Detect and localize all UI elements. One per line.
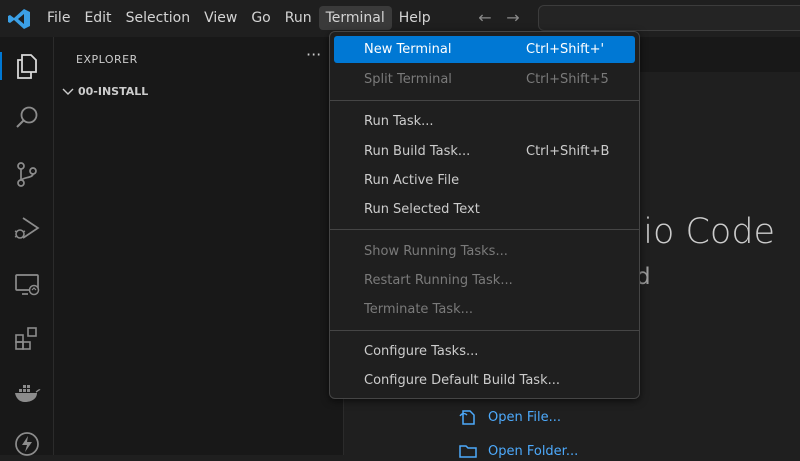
menu-run[interactable]: Run xyxy=(278,6,319,30)
menu-item-label: Terminate Task... xyxy=(364,302,474,317)
menu-item-label: Run Selected Text xyxy=(364,202,480,217)
chevron-down-icon xyxy=(62,88,74,95)
menu-separator xyxy=(330,100,639,101)
forward-arrow-icon[interactable]: → xyxy=(502,6,524,30)
menu-separator xyxy=(330,330,639,331)
menu-item-shortcut: Ctrl+Shift+B xyxy=(526,144,610,159)
menu-item-configure-default-build-task[interactable]: Configure Default Build Task... xyxy=(334,367,635,394)
open-folder-icon xyxy=(459,445,477,458)
menu-item-shortcut: Ctrl+Shift+' xyxy=(526,42,605,57)
folder-name: 00-INSTALL xyxy=(78,84,149,98)
menu-item-label: Run Active File xyxy=(364,173,460,188)
explorer-icon[interactable] xyxy=(12,51,42,81)
open-file-label: Open File... xyxy=(488,409,562,425)
menu-selection[interactable]: Selection xyxy=(119,6,198,30)
command-center-search[interactable] xyxy=(538,5,800,31)
menu-item-split-terminal: Split Terminal Ctrl+Shift+5 xyxy=(334,66,635,93)
menu-item-label: Restart Running Task... xyxy=(364,273,513,288)
search-icon[interactable] xyxy=(12,103,42,133)
menu-file[interactable]: File xyxy=(40,6,77,30)
menu-item-configure-tasks[interactable]: Configure Tasks... xyxy=(334,338,635,365)
open-file-icon xyxy=(459,410,475,425)
menu-item-show-running-tasks: Show Running Tasks... xyxy=(334,238,635,265)
source-control-icon[interactable] xyxy=(12,159,42,189)
menu-item-label: Run Build Task... xyxy=(364,144,471,159)
terminal-menu-dropdown: New Terminal Ctrl+Shift+' Split Terminal… xyxy=(329,31,640,399)
activity-bar xyxy=(0,37,54,456)
menu-item-label: Show Running Tasks... xyxy=(364,244,508,259)
menu-view[interactable]: View xyxy=(197,6,244,30)
menu-help[interactable]: Help xyxy=(392,6,438,30)
menu-item-terminate-task: Terminate Task... xyxy=(334,296,635,323)
menu-item-label: New Terminal xyxy=(364,42,452,57)
docker-icon[interactable] xyxy=(12,377,42,407)
remote-explorer-icon[interactable] xyxy=(12,269,42,299)
run-debug-icon[interactable] xyxy=(12,213,42,243)
menu-item-run-active-file[interactable]: Run Active File xyxy=(334,167,635,194)
back-arrow-icon[interactable]: ← xyxy=(474,6,496,30)
menu-item-label: Configure Default Build Task... xyxy=(364,373,560,388)
sidebar-title: EXPLORER xyxy=(76,53,138,66)
menu-item-restart-running-task: Restart Running Task... xyxy=(334,267,635,294)
more-actions-icon[interactable]: ··· xyxy=(306,45,321,64)
menu-item-label: Split Terminal xyxy=(364,72,452,87)
menu-separator xyxy=(330,229,639,230)
menu-item-label: Run Task... xyxy=(364,114,434,129)
open-file-link[interactable]: Open File... xyxy=(458,407,561,427)
explorer-sidebar: EXPLORER ··· 00-INSTALL xyxy=(54,37,344,455)
menu-bar: File Edit Selection View Go Run Terminal… xyxy=(40,6,438,30)
workspace-folder[interactable]: 00-INSTALL xyxy=(60,81,148,101)
open-folder-label: Open Folder... xyxy=(488,443,579,459)
menu-item-label: Configure Tasks... xyxy=(364,344,479,359)
active-view-indicator xyxy=(0,52,2,80)
menu-item-run-selected-text[interactable]: Run Selected Text xyxy=(334,196,635,223)
menu-item-shortcut: Ctrl+Shift+5 xyxy=(526,72,609,87)
menu-item-run-build-task[interactable]: Run Build Task... Ctrl+Shift+B xyxy=(334,138,635,165)
welcome-title: dio Code xyxy=(621,212,776,252)
menu-item-run-task[interactable]: Run Task... xyxy=(334,108,635,135)
navigation-arrows: ← → xyxy=(474,6,524,30)
extensions-icon[interactable] xyxy=(12,323,42,353)
vscode-logo-icon[interactable] xyxy=(6,6,32,32)
menu-go[interactable]: Go xyxy=(244,6,277,30)
menu-item-new-terminal[interactable]: New Terminal Ctrl+Shift+' xyxy=(334,36,635,63)
menu-edit[interactable]: Edit xyxy=(77,6,118,30)
open-folder-link[interactable]: Open Folder... xyxy=(458,441,578,461)
menu-terminal[interactable]: Terminal xyxy=(318,6,392,30)
